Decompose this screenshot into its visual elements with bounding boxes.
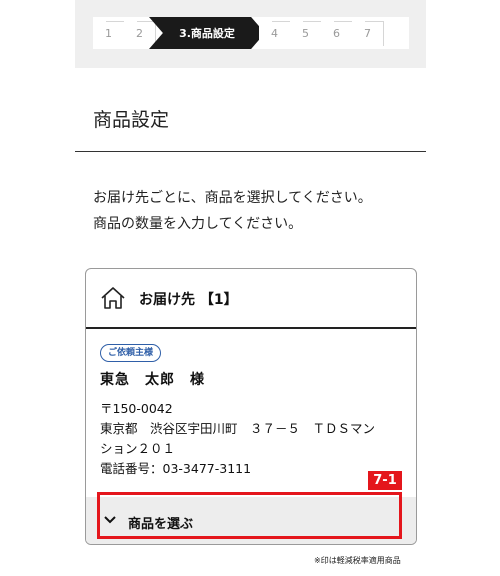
tax-footnote: ※印は軽減税率適用商品 xyxy=(314,556,401,565)
step-5-label: 5 xyxy=(302,26,309,40)
recipient-name: 東急 太郎 様 xyxy=(100,372,205,388)
instructions: お届け先ごとに、商品を選択してください。 商品の数量を入力してください。 xyxy=(93,185,372,237)
requester-badge: ご依頼主様 xyxy=(100,344,162,362)
recipient-address: 〒150-0042 東京都 渋谷区宇田川町 ３７－５ ＴＤＳマン ション２０１ … xyxy=(100,399,405,479)
step-7: 7 xyxy=(352,17,383,49)
address-line-1: 東京都 渋谷区宇田川町 ３７－５ ＴＤＳマン xyxy=(100,421,376,436)
step-4-label: 4 xyxy=(271,26,278,40)
annotation-highlight xyxy=(97,492,402,539)
postal-code: 〒150-0042 xyxy=(100,401,173,416)
instruction-line-1: お届け先ごとに、商品を選択してください。 xyxy=(93,190,372,206)
address-line-2: ション２０１ xyxy=(100,441,176,456)
step-6: 6 xyxy=(321,17,352,49)
step-3-label: 3.商品設定 xyxy=(179,27,235,40)
title-divider xyxy=(75,151,426,152)
step-7-label: 7 xyxy=(364,26,371,40)
step-2-label: 2 xyxy=(136,26,143,40)
delivery-card-header: お届け先 【1】 xyxy=(86,269,416,329)
step-5: 5 xyxy=(290,17,321,49)
delivery-card-title: お届け先 【1】 xyxy=(139,292,238,308)
step-indicator: 1 2 3.商品設定 4 5 6 7 xyxy=(93,17,409,49)
phone-number: 電話番号：03-3477-3111 xyxy=(100,461,252,476)
home-icon xyxy=(101,287,125,309)
step-2: 2 xyxy=(124,17,155,49)
step-3-current: 3.商品設定 xyxy=(149,17,265,49)
annotation-tag: 7-1 xyxy=(368,471,402,490)
instruction-line-2: 商品の数量を入力してください。 xyxy=(93,216,303,232)
step-1: 1 xyxy=(93,17,124,49)
page-title: 商品設定 xyxy=(93,109,170,131)
step-6-label: 6 xyxy=(333,26,340,40)
step-1-label: 1 xyxy=(105,26,112,40)
step-4: 4 xyxy=(259,17,290,49)
